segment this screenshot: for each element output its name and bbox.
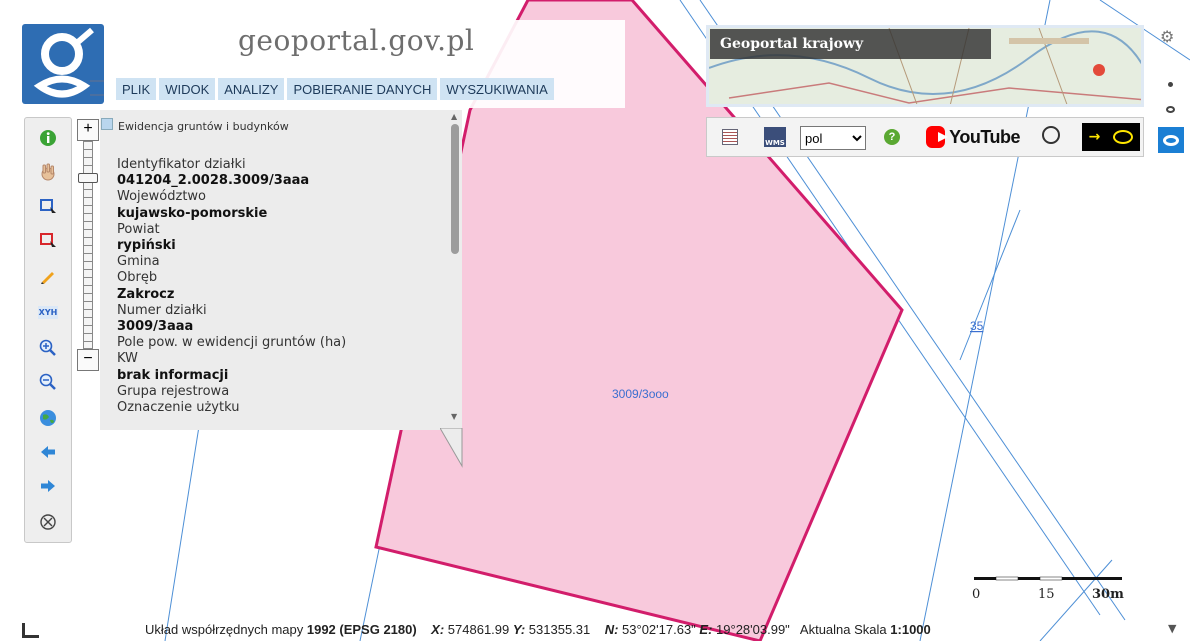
field-label: Oznaczenie użytku: [117, 400, 240, 416]
zoom-out-button[interactable]: −: [77, 349, 99, 371]
clear-icon[interactable]: [36, 510, 60, 534]
field-label: Województwo: [117, 189, 207, 205]
e-value: 19°28'03.99": [716, 622, 790, 637]
n-label: N:: [604, 622, 619, 637]
pan-hand-icon[interactable]: [36, 160, 60, 184]
x-label: X:: [431, 622, 445, 637]
forward-arrow-icon[interactable]: [36, 474, 60, 498]
zoom-handle[interactable]: [78, 173, 98, 183]
field-label: Pole pow. w ewidencji gruntów (ha): [117, 335, 347, 351]
field-label: Powiat: [117, 221, 160, 237]
field-label: Gmina: [117, 254, 160, 270]
crs-value: 1992 (EPSG 2180): [306, 622, 417, 637]
popup-pointer: [440, 428, 463, 468]
main-menu: PLIK WIDOK ANALIZY POBIERANIE DANYCH WYS…: [116, 78, 554, 100]
large-eye-button[interactable]: [1158, 127, 1184, 153]
menu-widok[interactable]: WIDOK: [159, 78, 216, 100]
globe-icon[interactable]: [36, 406, 60, 430]
popup-layer-title: Ewidencja gruntów i budynków: [118, 120, 289, 133]
scale-tick-0: 0: [972, 587, 980, 602]
select-rectangle-red-icon[interactable]: [36, 228, 60, 252]
eye-icon: [1113, 130, 1134, 144]
scroll-down-arrow-icon[interactable]: ▼: [451, 412, 457, 421]
status-bar: Układ współrzędnych mapy 1992 (EPSG 2180…: [145, 622, 931, 637]
menu-analizy[interactable]: ANALIZY: [218, 78, 285, 100]
menu-plik[interactable]: PLIK: [116, 78, 157, 100]
x-value: 574861.99: [447, 622, 510, 637]
select-rectangle-icon[interactable]: [36, 194, 60, 218]
field-label: KW: [117, 351, 138, 367]
legend-grid-icon[interactable]: [722, 129, 738, 145]
y-label: Y:: [512, 622, 526, 637]
scale-tick-30: 30m: [1092, 587, 1124, 602]
overview-map-title: Geoportal krajowy: [710, 29, 991, 59]
field-value: 041204_2.0028.3009/3aaa: [117, 173, 310, 189]
list-icon[interactable]: [90, 80, 104, 96]
help-icon[interactable]: ?: [884, 129, 900, 145]
eye-icon: [1163, 134, 1179, 146]
zoom-in-button[interactable]: +: [77, 119, 99, 141]
brand-title[interactable]: geoportal.gov.pl: [238, 24, 474, 57]
menu-wyszukiwania[interactable]: WYSZUKIWANIA: [440, 78, 554, 100]
scale-tick-15: 15: [1038, 587, 1055, 602]
scale-value: 1:1000: [890, 622, 931, 637]
field-value: rypiński: [117, 238, 176, 254]
field-label: Identyfikator działki: [117, 157, 246, 172]
youtube-link[interactable]: YouTube: [926, 124, 1020, 150]
youtube-play-icon: [926, 126, 949, 148]
pencil-icon[interactable]: [36, 264, 60, 288]
layer-color-swatch: [101, 118, 113, 130]
field-label: Numer działki: [117, 302, 207, 318]
collapse-chevron-icon[interactable]: ▼: [1168, 622, 1176, 635]
left-toolbar: XYH: [24, 117, 72, 543]
side-parcel-label: 35: [970, 319, 984, 333]
feature-info-popup: Ewidencja gruntów i budynków Identyfikat…: [100, 110, 462, 430]
arrow-right-icon: →: [1088, 129, 1101, 145]
scale-bar: 0 15 30m: [972, 576, 1124, 602]
small-dot-icon[interactable]: [1168, 82, 1173, 87]
n-value: 53°02'17.63": [622, 622, 696, 637]
zoom-slider[interactable]: + −: [77, 117, 99, 375]
scroll-thumb[interactable]: [451, 124, 459, 254]
crs-prefix: Układ współrzędnych mapy: [145, 622, 304, 637]
back-arrow-icon[interactable]: [36, 440, 60, 464]
accessibility-wheel-icon[interactable]: [1042, 126, 1060, 144]
field-value: 3009/3aaa: [117, 319, 194, 335]
field-value: Zakrocz: [117, 286, 175, 302]
zoom-in-icon[interactable]: [36, 336, 60, 360]
e-label: E:: [699, 622, 713, 637]
measure-tool-icon[interactable]: [22, 623, 39, 638]
scale-label: Aktualna Skala: [799, 622, 887, 637]
medium-eye-icon[interactable]: [1166, 106, 1175, 113]
info-icon[interactable]: [36, 126, 60, 150]
xyh-icon[interactable]: XYH: [36, 300, 60, 324]
y-value: 531355.31: [528, 622, 591, 637]
scroll-up-arrow-icon[interactable]: ▲: [451, 112, 457, 121]
field-label: Grupa rejestrowa: [117, 383, 230, 399]
field-value: brak informacji: [117, 367, 229, 383]
popup-scrollbar[interactable]: ▲ ▼: [450, 112, 460, 422]
field-label: Obręb: [117, 270, 158, 286]
wms-service-icon[interactable]: WMS: [764, 127, 786, 147]
high-contrast-icon[interactable]: →: [1082, 123, 1140, 151]
settings-gears-icon[interactable]: ⚙: [1160, 27, 1174, 46]
language-select[interactable]: pol: [800, 126, 866, 150]
parcel-number-label: 3009/3ooo: [612, 387, 669, 401]
zoom-out-icon[interactable]: [36, 370, 60, 394]
popup-attribute-list: Identyfikator działki 041204_2.0028.3009…: [117, 157, 346, 416]
menu-pobieranie-danych[interactable]: POBIERANIE DANYCH: [287, 78, 438, 100]
youtube-label: YouTube: [949, 126, 1020, 147]
field-value: kujawsko-pomorskie: [117, 205, 268, 221]
